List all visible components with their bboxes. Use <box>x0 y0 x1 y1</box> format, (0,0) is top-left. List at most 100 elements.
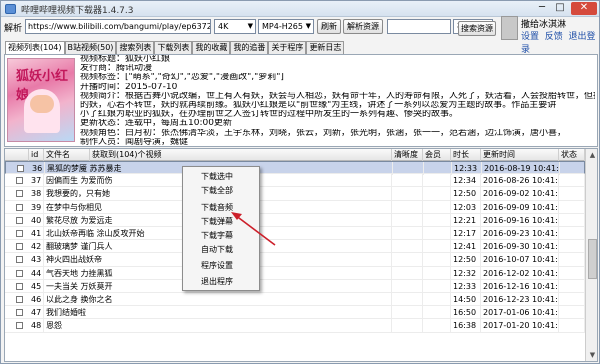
menu-settings[interactable]: 程序设置 <box>183 259 259 273</box>
menu-download-all[interactable]: 下载全部 <box>183 184 259 198</box>
tab-download-list[interactable]: 下载列表 <box>154 41 193 54</box>
cell-duration: 12:03 <box>451 200 481 214</box>
cell-duration: 12:32 <box>451 266 481 280</box>
cell-quality <box>392 174 423 188</box>
tab-favorites[interactable]: 我的收藏 <box>192 41 231 54</box>
search-button[interactable]: 搜索资源 <box>458 21 496 36</box>
table-row[interactable]: 36黑狐的梦魇 苏苏暴走12:332016-08-19 10:41:54 <box>5 161 586 175</box>
row-checkbox[interactable] <box>16 230 23 237</box>
col-id[interactable]: id <box>29 149 44 161</box>
avatar <box>501 16 518 40</box>
tab-bilibili-videos[interactable]: B站视频(50) <box>64 41 117 54</box>
parse-button[interactable]: 解析资源 <box>343 19 383 34</box>
cell-quality <box>392 213 423 227</box>
cell-member <box>423 319 451 333</box>
cell-quality <box>392 306 423 320</box>
tab-about[interactable]: 关于程序 <box>268 41 307 54</box>
table-row[interactable]: 38我想要的，只有她12:502016-09-02 10:41:54 <box>5 187 585 201</box>
cell-status <box>559 306 585 320</box>
cell-duration: 16:50 <box>451 306 481 320</box>
quality-select[interactable]: 4K ▼ <box>214 19 256 34</box>
table-row[interactable]: 45一夫当关 万妖莫开12:332016-12-16 10:41:54 <box>5 279 585 293</box>
row-checkbox[interactable] <box>16 243 23 251</box>
row-checkbox[interactable] <box>17 165 24 172</box>
cell-quality <box>392 227 423 240</box>
table-row[interactable]: 37因偏而生 为爱而伤12:342016-08-26 10:41:54 <box>5 174 585 188</box>
row-checkbox[interactable] <box>16 269 23 277</box>
cell-quality <box>392 293 423 306</box>
row-checkbox[interactable] <box>16 256 23 264</box>
row-checkbox[interactable] <box>16 296 23 303</box>
table-row[interactable]: 41北山妖帝再临 涂山反攻开始12:172016-09-23 10:41:54 <box>5 227 585 241</box>
row-checkbox[interactable] <box>16 177 23 185</box>
scroll-down-icon[interactable]: ▼ <box>586 349 597 361</box>
tab-search-list[interactable]: 搜索列表 <box>116 41 155 54</box>
cell-updated: 2016-12-16 10:41:54 <box>483 279 559 293</box>
cell-id: 46 <box>29 293 44 306</box>
annotation-arrow-icon <box>231 212 276 246</box>
vertical-scrollbar[interactable]: ▲ ▼ <box>585 149 597 361</box>
col-updated[interactable]: 更新时间 <box>481 149 559 161</box>
cell-status <box>560 162 586 175</box>
maximize-button[interactable]: □ <box>551 2 569 15</box>
table-row[interactable]: 47我们结婚啦 16:502017-01-06 10:41:54 <box>5 306 585 320</box>
table-row[interactable]: 48恩怨 16:382017-01-20 10:41:54 <box>5 319 585 333</box>
table-row[interactable]: 40繁花尽放 为爱远走12:212016-09-16 10:41:54 <box>5 213 585 227</box>
settings-link[interactable]: 设置 <box>521 32 539 42</box>
col-count[interactable]: 获取到(104)个视频 <box>90 149 392 161</box>
feedback-link[interactable]: 反馈 <box>545 32 563 42</box>
cell-member <box>423 213 451 227</box>
table-row[interactable]: 44气吞天地 力挫黑狐12:322016-12-02 10:41:54 <box>5 266 585 280</box>
info-line: 视频标签：["萌系","奇幻","恋爱","漫画改","萝莉"] <box>80 73 284 83</box>
row-checkbox[interactable] <box>16 282 23 290</box>
chevron-down-icon: ▼ <box>247 22 253 30</box>
row-checkbox[interactable] <box>16 309 23 317</box>
cell-updated: 2016-09-02 10:41:54 <box>483 187 559 201</box>
table-row[interactable]: 46以此之身 换你之名 14:502016-12-23 10:41:54 <box>5 293 585 307</box>
tab-following[interactable]: 我的追番 <box>230 41 269 54</box>
tab-video-list[interactable]: 视频列表(104) <box>5 41 65 55</box>
cell-updated: 2016-09-16 10:41:54 <box>483 213 559 227</box>
cell-updated: 2016-12-23 10:41:54 <box>483 293 559 306</box>
col-status[interactable]: 状态 <box>559 149 585 161</box>
cell-duration: 12:33 <box>452 162 482 175</box>
cell-status <box>559 213 585 227</box>
row-checkbox[interactable] <box>16 322 23 330</box>
cell-status <box>559 266 585 280</box>
format-select[interactable]: MP4-H265 ▼ <box>258 19 314 34</box>
col-filename[interactable]: 文件名 <box>44 149 90 161</box>
url-input[interactable]: https://www.bilibili.com/bangumi/play/ep… <box>25 19 211 34</box>
col-quality[interactable]: 清晰度 <box>392 149 423 161</box>
cell-id: 41 <box>29 227 44 240</box>
minimize-button[interactable]: ─ <box>533 2 551 15</box>
row-checkbox[interactable] <box>16 203 23 211</box>
cell-status <box>559 319 585 333</box>
cell-quality <box>392 253 423 267</box>
table-row[interactable]: 39在梦中与你相见12:032016-09-09 10:41:54 <box>5 200 585 214</box>
search-input[interactable] <box>387 19 451 34</box>
cell-id: 42 <box>29 240 44 254</box>
scrollbar-thumb[interactable] <box>588 239 597 279</box>
tab-changelog[interactable]: 更新日志 <box>306 41 345 54</box>
cell-member <box>424 162 452 175</box>
menu-download-selected[interactable]: 下载选中 <box>183 170 259 184</box>
cell-duration: 12:34 <box>451 174 481 188</box>
row-checkbox[interactable] <box>16 216 23 224</box>
cell-quality <box>392 200 423 214</box>
cell-member <box>423 200 451 214</box>
format-value: MP4-H265 <box>262 22 303 31</box>
menu-exit[interactable]: 退出程序 <box>183 275 259 289</box>
row-checkbox[interactable] <box>16 190 23 198</box>
col-member[interactable]: 会员 <box>423 149 451 161</box>
refresh-button[interactable]: 刷新 <box>317 19 341 34</box>
col-check[interactable] <box>5 149 29 161</box>
cell-updated: 2017-01-20 10:41:54 <box>483 319 559 333</box>
col-duration[interactable]: 时长 <box>451 149 481 161</box>
table-row[interactable]: 43神火四出战妖帝12:502016-10-07 10:41:54 <box>5 253 585 267</box>
scroll-up-icon[interactable]: ▲ <box>586 149 597 161</box>
close-button[interactable]: ✕ <box>571 2 597 15</box>
cell-duration: 14:50 <box>451 293 481 306</box>
cell-quality <box>392 240 423 254</box>
cell-quality <box>392 266 423 280</box>
table-row[interactable]: 42翻玻璃梦 谨门兵人12:412016-09-30 10:41:54 <box>5 240 585 254</box>
